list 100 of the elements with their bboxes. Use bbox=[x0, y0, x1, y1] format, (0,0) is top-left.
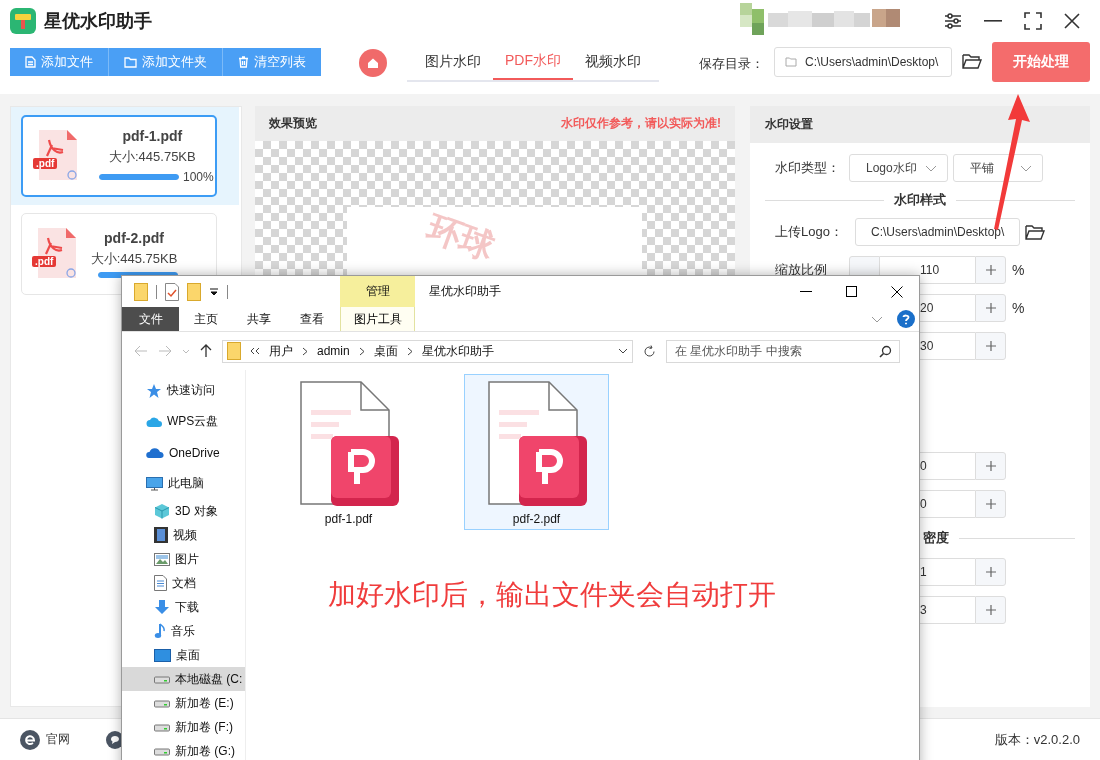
nav-item[interactable]: 新加卷 (E:) bbox=[122, 691, 245, 715]
home-button[interactable] bbox=[359, 49, 387, 78]
type-select[interactable]: Logo水印 bbox=[849, 154, 948, 183]
plus-icon bbox=[985, 461, 996, 472]
folder-icon bbox=[227, 342, 241, 360]
folder-icon[interactable] bbox=[962, 53, 982, 71]
section-title: 密度 bbox=[923, 529, 949, 548]
file-name: pdf-2.pdf bbox=[104, 230, 164, 247]
annotation-text: 加好水印后，输出文件夹会自动打开 bbox=[328, 578, 776, 612]
cloud-icon bbox=[146, 415, 162, 428]
plus-icon bbox=[985, 499, 996, 510]
settings-icon[interactable] bbox=[944, 13, 962, 30]
stepper-value: 20 bbox=[920, 301, 934, 316]
maximize-icon[interactable] bbox=[846, 286, 857, 297]
chevron-right-icon[interactable] bbox=[358, 346, 365, 356]
nav-item[interactable]: 本地磁盘 (C: bbox=[122, 667, 245, 691]
file-size: 大小:445.75KB bbox=[109, 148, 196, 167]
refresh-icon[interactable] bbox=[643, 344, 656, 358]
context-group-label: 管理 bbox=[365, 283, 390, 300]
image-icon bbox=[154, 552, 170, 566]
section-title: 水印样式 bbox=[894, 191, 946, 210]
nav-item[interactable]: 视频 bbox=[122, 523, 245, 547]
double-chevron-icon[interactable] bbox=[250, 347, 260, 355]
increment-button[interactable] bbox=[975, 596, 1006, 625]
nav-item[interactable]: 此电脑 bbox=[122, 468, 245, 499]
file-tile[interactable]: pdf-2.pdf bbox=[464, 374, 609, 530]
file-card[interactable]: .pdf pdf-1.pdf 大小:445.75KB 100% bbox=[21, 115, 217, 198]
ribbon-tab[interactable]: 共享 bbox=[232, 307, 285, 331]
version-label: 版本：v2.0.2.0 bbox=[994, 730, 1080, 749]
up-icon[interactable] bbox=[200, 344, 212, 358]
file-size: 大小:445.75KB bbox=[90, 250, 178, 269]
increment-button[interactable] bbox=[975, 558, 1006, 587]
chevron-right-icon[interactable] bbox=[302, 346, 308, 356]
file-tile[interactable]: pdf-1.pdf bbox=[276, 374, 421, 530]
close-icon[interactable] bbox=[1064, 13, 1080, 30]
nav-item[interactable]: OneDrive bbox=[122, 437, 245, 468]
folder-icon bbox=[785, 57, 797, 68]
folder-icon bbox=[124, 57, 137, 68]
increment-button[interactable] bbox=[975, 294, 1006, 323]
chevron-down-icon bbox=[1020, 164, 1032, 172]
cube-icon bbox=[154, 503, 170, 519]
minimize-icon[interactable] bbox=[984, 20, 1002, 23]
minimize-icon[interactable] bbox=[800, 290, 812, 293]
stepper-value: 30 bbox=[920, 339, 934, 354]
pdf-badge: .pdf bbox=[32, 256, 57, 268]
drive-icon bbox=[154, 746, 170, 756]
dropdown-icon[interactable] bbox=[209, 287, 219, 296]
increment-button[interactable] bbox=[975, 490, 1006, 519]
preview-note: 水印仅作参考，请以实际为准! bbox=[561, 115, 721, 133]
address-bar[interactable]: 用户 admin 桌面 星优水印助手 bbox=[222, 339, 633, 363]
trash-icon bbox=[238, 56, 249, 69]
app-logo-icon bbox=[10, 8, 36, 35]
file-tab[interactable]: 文件 bbox=[122, 307, 179, 331]
chevron-down-icon bbox=[925, 164, 937, 172]
ribbon-tab[interactable]: 主页 bbox=[179, 307, 232, 331]
stepper-value: 110 bbox=[920, 263, 940, 278]
nav-item[interactable]: WPS云盘 bbox=[122, 406, 245, 437]
nav-item[interactable]: 快速访问 bbox=[122, 375, 245, 406]
increment-button[interactable] bbox=[975, 332, 1006, 361]
nav-item[interactable]: 新加卷 (F:) bbox=[122, 715, 245, 739]
folder-icon[interactable] bbox=[1025, 223, 1045, 241]
nav-item[interactable]: 新加卷 (G:) bbox=[122, 739, 245, 760]
watermark-text: 环球 bbox=[421, 207, 501, 269]
increment-button[interactable] bbox=[975, 256, 1006, 285]
help-icon[interactable] bbox=[897, 310, 915, 328]
fullscreen-icon[interactable] bbox=[1024, 12, 1042, 31]
drive-icon bbox=[154, 722, 170, 732]
increment-button[interactable] bbox=[975, 452, 1006, 481]
search-field[interactable]: 在 星优水印助手 中搜索 bbox=[666, 339, 900, 363]
mode-tab[interactable]: 图片水印 bbox=[413, 44, 493, 81]
nav-item[interactable]: 下载 bbox=[122, 595, 245, 619]
nav-item[interactable]: 音乐 bbox=[122, 619, 245, 643]
music-note-icon bbox=[154, 623, 166, 639]
chevron-right-icon[interactable] bbox=[406, 346, 413, 356]
properties-icon[interactable] bbox=[165, 282, 179, 301]
monitor-icon bbox=[146, 476, 163, 491]
mode-tab[interactable]: 视频水印 bbox=[573, 44, 653, 81]
plus-icon bbox=[985, 265, 996, 276]
document-icon bbox=[154, 575, 167, 591]
film-icon bbox=[154, 527, 168, 543]
pdf-file-icon bbox=[36, 228, 76, 279]
nav-item[interactable]: 桌面 bbox=[122, 643, 245, 667]
search-icon[interactable] bbox=[879, 344, 892, 358]
browser-icon[interactable] bbox=[20, 729, 40, 750]
unit-label: % bbox=[1012, 262, 1025, 279]
context-tab[interactable]: 图片工具 bbox=[340, 307, 415, 331]
save-dir-field[interactable]: C:\Users\admin\Desktop\ bbox=[774, 47, 952, 78]
close-icon[interactable] bbox=[891, 285, 903, 298]
website-link[interactable]: 官网 bbox=[46, 731, 70, 749]
stepper-value: 0 bbox=[920, 497, 927, 512]
pdf-file-icon bbox=[298, 380, 399, 506]
stepper-value: 1 bbox=[920, 565, 927, 580]
nav-item[interactable]: 图片 bbox=[122, 547, 245, 571]
nav-item[interactable]: 文档 bbox=[122, 571, 245, 595]
nav-item[interactable]: 3D 对象 bbox=[122, 499, 245, 523]
logo-path-field[interactable]: C:\Users\admin\Desktop\ bbox=[855, 218, 1020, 247]
unit-label: % bbox=[1012, 300, 1025, 317]
chevron-down-icon[interactable] bbox=[618, 348, 628, 354]
ribbon-tab[interactable]: 查看 bbox=[285, 307, 338, 331]
field-label: 缩放比例 bbox=[775, 262, 827, 278]
